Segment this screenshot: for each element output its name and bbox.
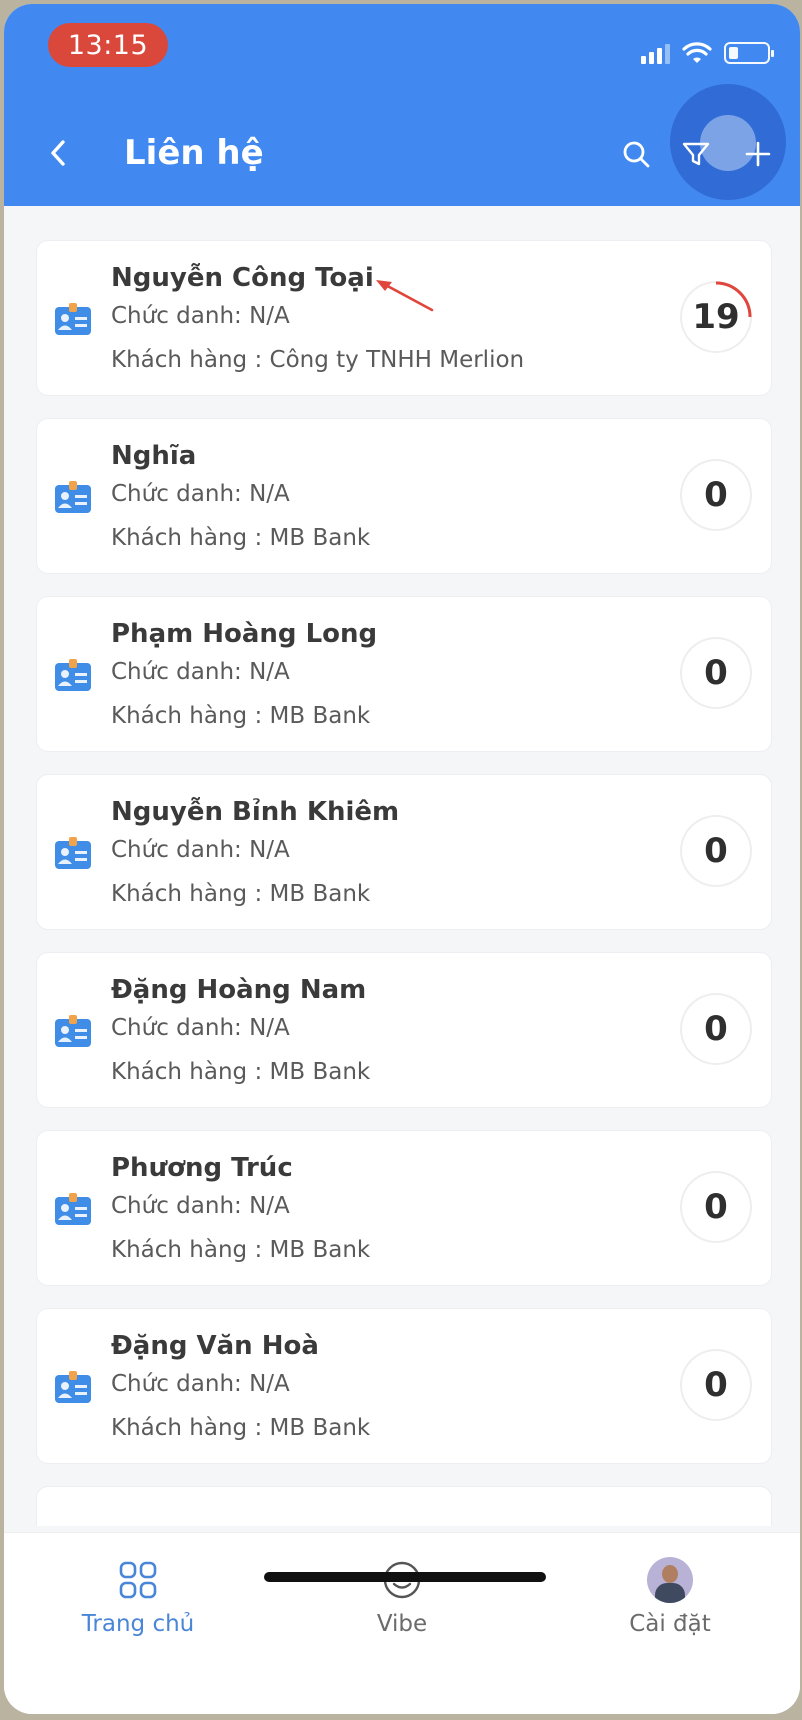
contact-card-icon xyxy=(55,1015,91,1047)
contact-card-icon xyxy=(55,837,91,869)
contact-role: Chức danh: N/A xyxy=(111,1371,290,1397)
nav-home-label: Trang chủ xyxy=(81,1611,195,1637)
nav-settings-label: Cài đặt xyxy=(629,1611,711,1637)
nav-settings[interactable]: Cài đặt xyxy=(580,1557,760,1637)
contact-customer: Khách hàng : MB Bank xyxy=(111,1415,371,1441)
nav-vibe-label: Vibe xyxy=(376,1611,428,1637)
filter-icon xyxy=(682,142,710,166)
contact-customer: Khách hàng : MB Bank xyxy=(111,1059,371,1085)
activity-count-badge: 0 xyxy=(680,815,752,887)
contact-card-icon xyxy=(55,481,91,513)
activity-count: 0 xyxy=(704,831,728,871)
activity-count: 0 xyxy=(704,475,728,515)
status-time: 13:15 xyxy=(48,23,168,67)
phone-screen: 13:15 Liên hệ Nguyễn Công Toại Chức danh… xyxy=(4,4,800,1714)
contact-customer: Khách hàng : Công ty TNHH Merlion xyxy=(111,347,525,373)
contact-customer: Khách hàng : MB Bank xyxy=(111,703,371,729)
contact-name: Đặng Hoàng Nam xyxy=(111,975,367,1005)
contact-card[interactable]: Phạm Hoàng Long Chức danh: N/A Khách hàn… xyxy=(36,596,772,752)
filter-button[interactable] xyxy=(676,134,716,174)
contact-role: Chức danh: N/A xyxy=(111,481,290,507)
contact-card[interactable]: Phương Trúc Chức danh: N/A Khách hàng : … xyxy=(36,1130,772,1286)
contact-card-icon xyxy=(55,1371,91,1403)
search-icon xyxy=(623,141,650,168)
activity-count-badge: 0 xyxy=(680,993,752,1065)
contact-name: Đặng Văn Hoà xyxy=(111,1331,319,1361)
contact-role: Chức danh: N/A xyxy=(111,659,290,685)
activity-count-badge: 0 xyxy=(680,637,752,709)
nav-vibe[interactable]: Vibe xyxy=(312,1557,492,1637)
contact-name: Phương Trúc xyxy=(111,1153,293,1183)
activity-count-badge: 0 xyxy=(680,1349,752,1421)
activity-count: 0 xyxy=(704,653,728,693)
contact-customer: Khách hàng : MB Bank xyxy=(111,525,371,551)
avatar xyxy=(647,1557,693,1603)
activity-count-badge: 19 xyxy=(680,281,752,353)
contact-card-icon xyxy=(55,659,91,691)
activity-count: 0 xyxy=(704,1009,728,1049)
status-icons xyxy=(641,40,774,66)
contact-card[interactable]: Đặng Hoàng Nam Chức danh: N/A Khách hàng… xyxy=(36,952,772,1108)
contact-card-partial[interactable] xyxy=(36,1486,772,1526)
contact-name: Nghĩa xyxy=(111,441,197,471)
activity-count-badge: 0 xyxy=(680,1171,752,1243)
wifi-icon xyxy=(682,42,712,63)
contact-name: Nguyễn Công Toại xyxy=(111,263,374,293)
contact-card[interactable]: Nguyễn Bỉnh Khiêm Chức danh: N/A Khách h… xyxy=(36,774,772,930)
contact-role: Chức danh: N/A xyxy=(111,1193,290,1219)
grid-icon xyxy=(119,1561,157,1599)
contact-card-icon xyxy=(55,303,91,335)
contact-customer: Khách hàng : MB Bank xyxy=(111,881,371,907)
chevron-left-icon xyxy=(51,140,65,166)
contact-role: Chức danh: N/A xyxy=(111,303,290,329)
nav-home[interactable]: Trang chủ xyxy=(48,1557,228,1637)
contact-role: Chức danh: N/A xyxy=(111,1015,290,1041)
contact-name: Nguyễn Bỉnh Khiêm xyxy=(111,797,400,827)
activity-count: 19 xyxy=(692,297,740,337)
plus-icon xyxy=(745,141,771,167)
back-button[interactable] xyxy=(40,130,76,176)
contact-card[interactable]: Nghĩa Chức danh: N/A Khách hàng : MB Ban… xyxy=(36,418,772,574)
contact-customer: Khách hàng : MB Bank xyxy=(111,1237,371,1263)
add-button[interactable] xyxy=(738,134,778,174)
contact-role: Chức danh: N/A xyxy=(111,837,290,863)
contact-list: Nguyễn Công Toại Chức danh: N/A Khách hà… xyxy=(36,240,772,1526)
activity-count: 0 xyxy=(704,1187,728,1227)
contact-card[interactable]: Nguyễn Công Toại Chức danh: N/A Khách hà… xyxy=(36,240,772,396)
search-button[interactable] xyxy=(616,134,656,174)
signal-icon xyxy=(641,42,670,64)
activity-count-badge: 0 xyxy=(680,459,752,531)
battery-icon xyxy=(724,42,774,64)
contact-card-icon xyxy=(55,1193,91,1225)
contact-name: Phạm Hoàng Long xyxy=(111,619,378,649)
page-title: Liên hệ xyxy=(124,133,264,173)
home-indicator xyxy=(264,1572,546,1582)
annotation-arrow xyxy=(376,280,434,312)
contact-card[interactable]: Đặng Văn Hoà Chức danh: N/A Khách hàng :… xyxy=(36,1308,772,1464)
bottom-nav: Trang chủ Vibe Cài đặt xyxy=(4,1532,800,1714)
activity-count: 0 xyxy=(704,1365,728,1405)
app-header: 13:15 Liên hệ xyxy=(4,4,800,206)
